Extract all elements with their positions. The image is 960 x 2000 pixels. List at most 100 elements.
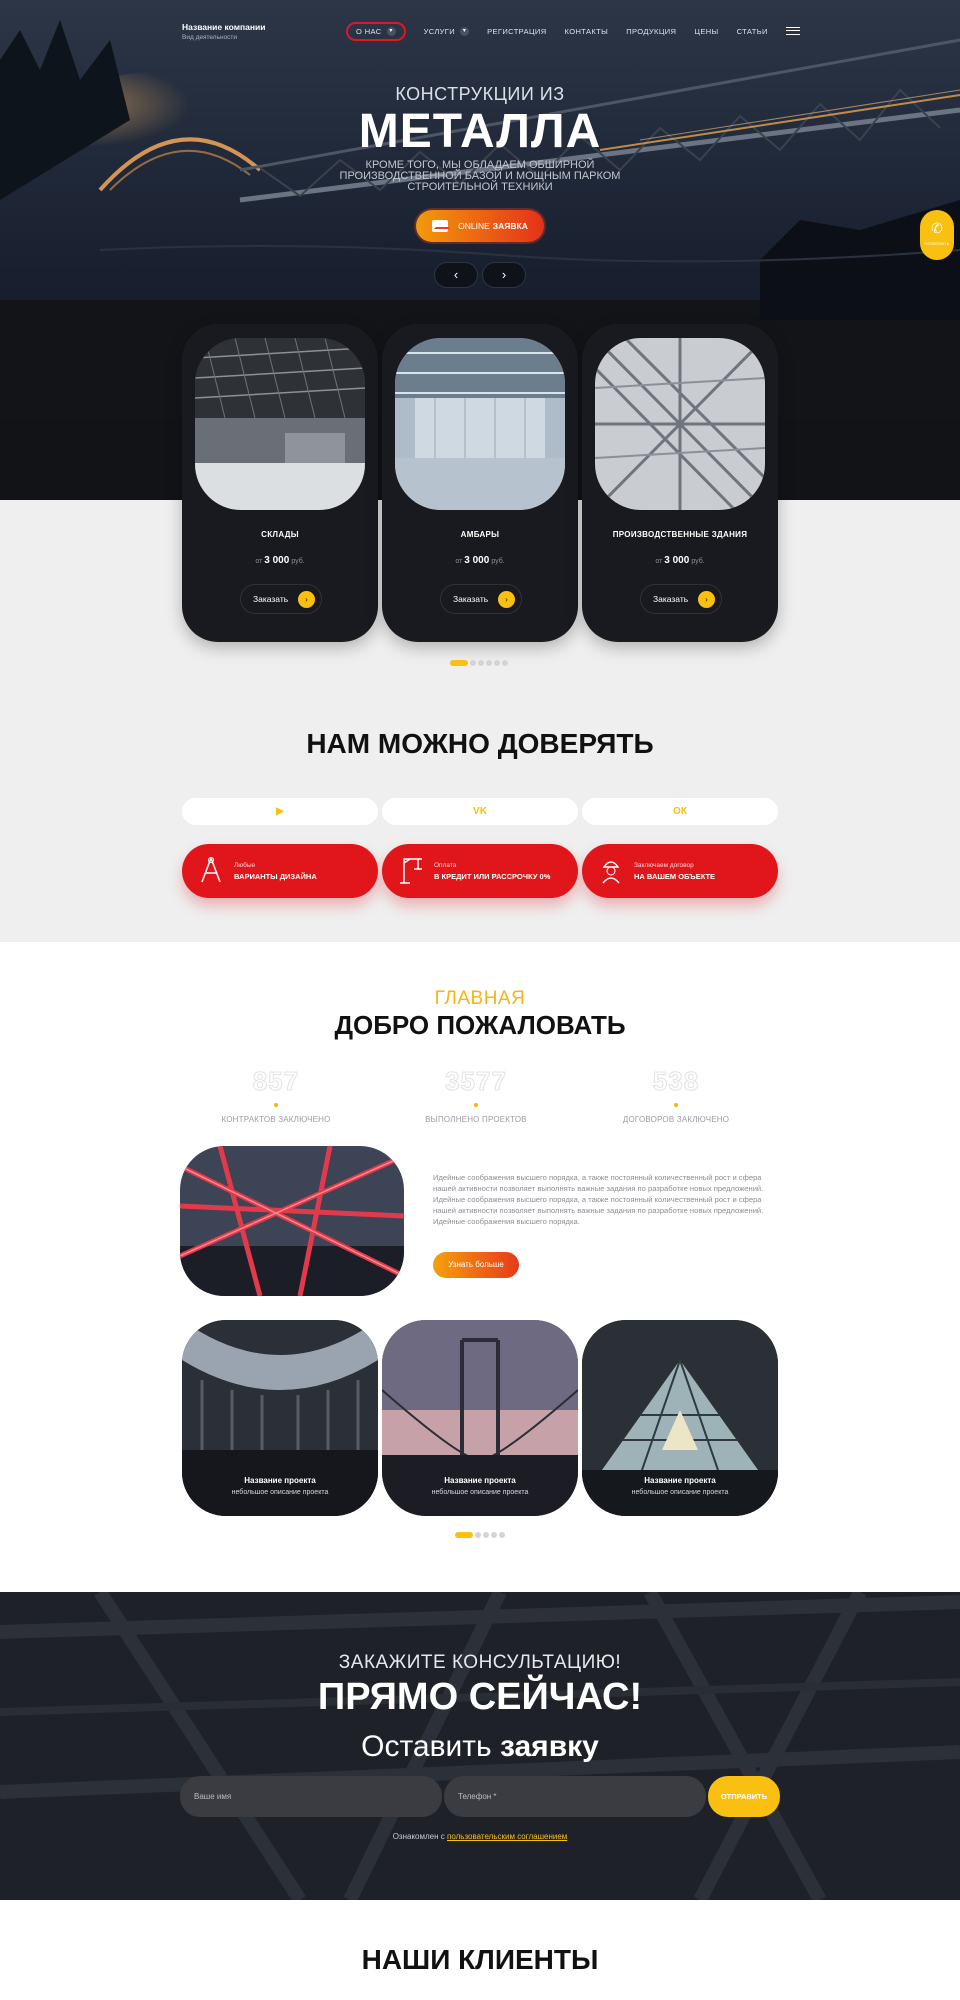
product-card: ПРОИЗВОДСТВЕННЫЕ ЗДАНИЯ от 3 000 руб. Зака… — [582, 324, 778, 642]
company-activity: Вид деятельности — [182, 34, 238, 41]
feature-credit: Оплата В КРЕДИТ ИЛИ РАССРОЧКУ 0% — [382, 844, 578, 898]
menu-bar: О НАС ▾ УСЛУГИ ▾ РЕГИСТРАЦИЯ КОНТАКТЫ ПРОД… — [346, 21, 800, 41]
pager-dot[interactable] — [470, 660, 476, 666]
hero-description: КРОМЕ ТОГО, МЫ ОБЛАДАЕМ ОБШИРНОЙ ПРОИЗВО… — [339, 159, 621, 193]
slider-next-button[interactable]: › — [482, 262, 526, 288]
pager-dot[interactable] — [494, 660, 500, 666]
menu-item-articles[interactable]: СТАТЬИ — [737, 27, 768, 36]
chevron-right-icon: › — [501, 267, 507, 282]
menu-item-label: КОНТАКТЫ — [564, 26, 609, 36]
consult-subtitle-bold: заявку — [499, 1730, 599, 1763]
name-input[interactable] — [180, 1776, 442, 1817]
callback-phone-button[interactable]: ✆ ПОЗВОНИТЬ — [920, 210, 954, 260]
learn-more-button[interactable]: Узнать больше — [433, 1252, 519, 1278]
warehouse-image — [195, 338, 365, 510]
menu-item-about[interactable]: О НАС ▾ — [346, 21, 406, 41]
about-image — [180, 1146, 404, 1296]
project-card[interactable]: Название проекта небольшое описание прое… — [182, 1320, 378, 1516]
chevron-down-icon: ▾ — [386, 26, 396, 36]
price-prefix: от — [655, 558, 663, 565]
envelope-icon — [432, 220, 449, 232]
youtube-link[interactable]: ▶ — [182, 798, 378, 825]
product-card: СКЛАДЫ от 3 000 руб. Заказать › — [182, 324, 378, 642]
crane-icon — [400, 858, 422, 884]
about-text: Идейные соображения высшего порядка, а т… — [433, 1173, 764, 1226]
slider-prev-button[interactable]: ‹ — [434, 262, 478, 288]
price-prefix: от — [255, 558, 263, 565]
menu-item-label: УСЛУГИ — [423, 26, 456, 36]
project-title: Название проекта — [644, 1476, 716, 1485]
arrow-right-icon: › — [498, 591, 515, 608]
barn-image — [395, 338, 565, 510]
hero-subtitle: КОНСТРУКЦИИ ИЗ — [395, 84, 565, 104]
product-price: от 3 000 руб. — [182, 555, 378, 566]
order-button[interactable]: Заказать › — [640, 584, 722, 614]
online-request-button[interactable]: ONLINE ЗАЯВКА — [416, 210, 544, 242]
phone-input[interactable] — [444, 1776, 706, 1817]
product-price: от 3 000 руб. — [582, 555, 778, 566]
project-description: небольшое описание проекта — [231, 1489, 329, 1496]
order-label: Заказать — [653, 594, 689, 604]
feature-title: В КРЕДИТ ИЛИ РАССРОЧКУ 0% — [434, 872, 551, 881]
hamburger-menu-icon[interactable] — [785, 27, 800, 35]
company-name: Название компании — [182, 22, 266, 32]
project-card[interactable]: Название проекта небольшое описание прое… — [382, 1320, 578, 1516]
pager-dot[interactable] — [499, 1532, 505, 1538]
stat-value: 538 — [652, 1066, 700, 1097]
order-button[interactable]: Заказать › — [240, 584, 322, 614]
pager-dot[interactable] — [475, 1532, 481, 1538]
project-card[interactable]: Название проекта небольшое описание прое… — [582, 1320, 778, 1516]
stat-contracts: 857 КОНТРАКТОВ ЗАКЛЮЧЕНО — [186, 1066, 366, 1125]
menu-item-registration[interactable]: РЕГИСТРАЦИЯ — [487, 27, 546, 36]
industrial-building-image — [595, 338, 765, 510]
phone-icon: ✆ — [931, 220, 943, 236]
brand-logo[interactable]: Название компании Вид деятельности — [182, 22, 265, 41]
arrow-right-icon: › — [698, 591, 715, 608]
vk-icon: VK — [473, 806, 487, 817]
feature-caption: Заключаем договор — [634, 862, 694, 869]
pager-dot[interactable] — [450, 660, 468, 666]
menu-item-label: О НАС — [356, 26, 382, 36]
project-image — [582, 1320, 778, 1516]
stat-label: ВЫПОЛНЕНО ПРОЕКТОВ — [425, 1115, 527, 1124]
feature-caption: Оплата — [434, 862, 457, 869]
feature-title: НА ВАШЕМ ОБЪЕКТЕ — [634, 872, 716, 881]
consult-title: ПРЯМО СЕЙЧАС! — [317, 1676, 643, 1718]
product-price: от 3 000 руб. — [382, 555, 578, 566]
pager-dot[interactable] — [478, 660, 484, 666]
vk-link[interactable]: VK — [382, 798, 578, 825]
price-suffix: руб. — [691, 558, 705, 565]
pager-dot[interactable] — [486, 660, 492, 666]
main-navigation: Название компании Вид деятельности О НАС… — [0, 21, 960, 52]
odnoklassniki-link[interactable]: ОК — [582, 798, 778, 825]
order-button[interactable]: Заказать › — [440, 584, 522, 614]
pager-dot[interactable] — [502, 660, 508, 666]
menu-item-services[interactable]: УСЛУГИ ▾ — [423, 26, 470, 36]
submit-button[interactable]: ОТПРАВИТЬ — [708, 1776, 780, 1817]
consult-kicker: ЗАКАЖИТЕ КОНСУЛЬТАЦИЮ! — [338, 1652, 622, 1673]
welcome-title: ДОБРО ПОЖАЛОВАТЬ — [334, 1010, 626, 1040]
menu-item-label: ПРОДУКЦИЯ — [626, 26, 677, 36]
menu-item-products[interactable]: ПРОДУКЦИЯ — [626, 27, 676, 36]
order-label: Заказать — [453, 594, 489, 604]
odnoklassniki-icon: ОК — [673, 806, 687, 817]
consult-subtitle: Оставить заявку — [0, 1730, 960, 1764]
stat-dot — [474, 1103, 478, 1107]
project-description: небольшое описание проекта — [431, 1489, 529, 1496]
pager-dot[interactable] — [455, 1532, 473, 1538]
price-value: 3 000 — [664, 555, 690, 566]
price-prefix: от — [455, 558, 463, 565]
worker-icon — [602, 861, 620, 884]
projects-pager — [455, 1532, 507, 1538]
pager-dot[interactable] — [491, 1532, 497, 1538]
user-agreement-link[interactable]: пользовательским соглашением — [447, 1832, 567, 1841]
stat-agreements: 538 ДОГОВОРОВ ЗАКЛЮЧЕНО — [586, 1066, 766, 1125]
consult-subtitle-prefix: Оставить — [361, 1730, 492, 1763]
menu-item-prices[interactable]: ЦЕНЫ — [694, 27, 718, 36]
menu-item-contacts[interactable]: КОНТАКТЫ — [565, 27, 609, 36]
feature-design: Любые ВАРИАНТЫ ДИЗАЙНА — [182, 844, 378, 898]
pager-dot[interactable] — [483, 1532, 489, 1538]
menu-item-label: СТАТЬИ — [736, 26, 768, 36]
project-description: небольшое описание проекта — [631, 1489, 729, 1496]
welcome-kicker: ГЛАВНАЯ — [434, 988, 526, 1009]
